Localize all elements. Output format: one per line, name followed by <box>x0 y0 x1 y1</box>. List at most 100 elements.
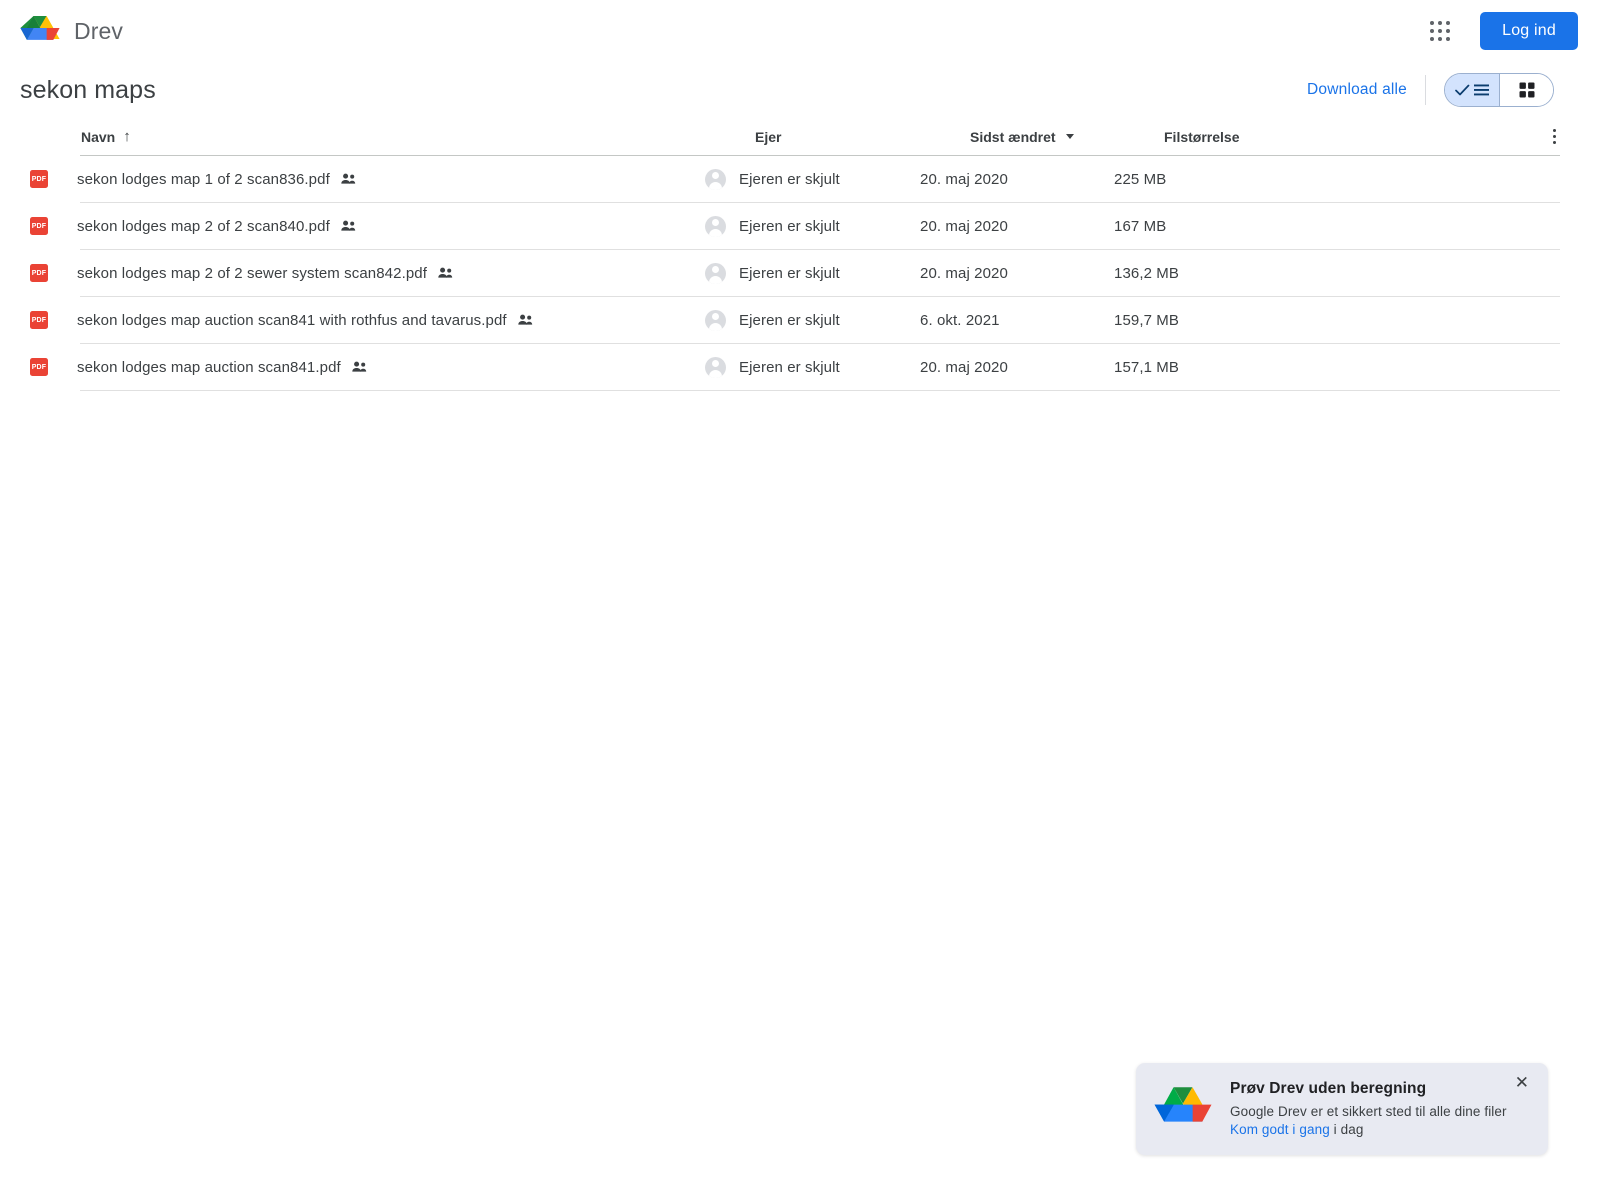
file-name: sekon lodges map 2 of 2 sewer system sca… <box>77 264 427 282</box>
grid-view-button[interactable] <box>1499 74 1553 106</box>
file-size: 136,2 MB <box>1114 264 1180 282</box>
modified-date: 20. maj 2020 <box>920 170 1008 188</box>
modified-cell: 20. maj 2020 <box>920 265 1114 282</box>
list-lines-icon <box>1474 84 1489 96</box>
person-avatar-icon <box>705 356 726 378</box>
file-name-cell: PDF sekon lodges map 2 of 2 sewer system … <box>30 264 705 282</box>
promo-body: Google Drev er et sikkert sted til alle … <box>1230 1103 1512 1139</box>
owner-name: Ejeren er skjult <box>739 311 840 329</box>
table-row[interactable]: PDF sekon lodges map 1 of 2 scan836.pdf Ej… <box>30 156 1560 203</box>
brand-name: Drev <box>74 17 123 44</box>
file-name-cell: PDF sekon lodges map auction scan841.pdf <box>30 358 705 376</box>
person-avatar-icon <box>705 262 726 284</box>
divider <box>1425 75 1426 105</box>
check-icon <box>1455 84 1470 95</box>
file-name: sekon lodges map auction scan841 with ro… <box>77 311 507 329</box>
person-avatar-icon <box>705 215 726 237</box>
modified-cell: 20. maj 2020 <box>920 171 1114 188</box>
shared-people-icon <box>518 314 532 325</box>
file-size: 159,7 MB <box>1114 311 1180 329</box>
table-row[interactable]: PDF sekon lodges map auction scan841 with… <box>30 297 1560 344</box>
file-name-cell: PDF sekon lodges map auction scan841 with… <box>30 311 705 329</box>
top-bar-actions: Log ind <box>1420 11 1578 51</box>
chevron-down-icon <box>1065 134 1074 139</box>
file-size: 157,1 MB <box>1114 358 1180 376</box>
promo-title: Prøv Drev uden beregning <box>1230 1079 1427 1097</box>
shared-people-icon <box>341 220 356 231</box>
brand-logo-group[interactable]: Drev <box>20 12 123 50</box>
download-all-link[interactable]: Download alle <box>1307 81 1407 99</box>
owner-cell: Ejeren er skjult <box>705 168 920 190</box>
file-name: sekon lodges map auction scan841.pdf <box>77 358 341 376</box>
promo-card: Prøv Drev uden beregning Google Drev er … <box>1136 1063 1548 1155</box>
table-row[interactable]: PDF sekon lodges map 2 of 2 sewer system … <box>30 250 1560 297</box>
size-cell: 167 MB <box>1114 218 1560 235</box>
owner-cell: Ejeren er skjult <box>705 309 920 331</box>
modified-cell: 20. maj 2020 <box>920 359 1114 376</box>
modified-date: 20. maj 2020 <box>920 358 1008 376</box>
person-avatar-icon <box>705 168 726 190</box>
file-name: sekon lodges map 2 of 2 scan840.pdf <box>77 217 330 235</box>
owner-cell: Ejeren er skjult <box>705 215 920 237</box>
person-avatar-icon <box>705 309 726 331</box>
pdf-icon: PDF <box>30 217 48 235</box>
column-header-size-label: Filstørrelse <box>1164 128 1240 145</box>
promo-google-drive-logo-icon <box>1154 1087 1212 1122</box>
folder-title-row: sekon maps Download alle <box>0 62 1600 118</box>
column-header-owner[interactable]: Ejer <box>755 129 970 145</box>
owner-name: Ejeren er skjult <box>739 264 840 282</box>
column-header-owner-label: Ejer <box>755 128 782 145</box>
promo-text-group: Prøv Drev uden beregning Google Drev er … <box>1230 1080 1512 1139</box>
file-size: 167 MB <box>1114 217 1167 235</box>
promo-body-line1: Google Drev er et sikkert sted til alle … <box>1230 1103 1507 1119</box>
page-title: sekon maps <box>20 75 156 104</box>
shared-people-icon <box>438 267 453 278</box>
top-bar: Drev Log ind <box>0 0 1600 62</box>
pdf-icon: PDF <box>30 170 48 188</box>
table-row[interactable]: PDF sekon lodges map 2 of 2 scan840.pdf Ej… <box>30 203 1560 250</box>
folder-actions: Download alle <box>1307 73 1554 107</box>
view-toggle <box>1444 73 1554 107</box>
promo-link-suffix: i dag <box>1329 1121 1364 1137</box>
column-header-modified[interactable]: Sidst ændret <box>970 129 1164 145</box>
owner-name: Ejeren er skjult <box>739 170 840 188</box>
file-table: Navn ↑ Ejer Sidst ændret Filstørrelse PD… <box>0 118 1580 391</box>
file-name: sekon lodges map 1 of 2 scan836.pdf <box>77 170 330 188</box>
pdf-icon: PDF <box>30 358 48 376</box>
login-button[interactable]: Log ind <box>1480 12 1578 50</box>
owner-cell: Ejeren er skjult <box>705 356 920 378</box>
table-row[interactable]: PDF sekon lodges map auction scan841.pdf E… <box>30 344 1560 391</box>
owner-name: Ejeren er skjult <box>739 358 840 376</box>
promo-cta-link[interactable]: Kom godt i gang <box>1230 1122 1330 1137</box>
modified-cell: 6. okt. 2021 <box>920 312 1114 329</box>
modified-date: 6. okt. 2021 <box>920 311 1000 329</box>
size-cell: 136,2 MB <box>1114 265 1560 282</box>
column-header-name[interactable]: Navn ↑ <box>80 128 755 145</box>
size-cell: 159,7 MB <box>1114 312 1560 329</box>
shared-people-icon <box>341 173 356 184</box>
modified-date: 20. maj 2020 <box>920 264 1008 282</box>
owner-name: Ejeren er skjult <box>739 217 840 235</box>
owner-cell: Ejeren er skjult <box>705 262 920 284</box>
list-view-button[interactable] <box>1445 74 1499 106</box>
sort-ascending-icon: ↑ <box>123 128 131 145</box>
file-name-cell: PDF sekon lodges map 2 of 2 scan840.pdf <box>30 217 705 235</box>
file-name-cell: PDF sekon lodges map 1 of 2 scan836.pdf <box>30 170 705 188</box>
pdf-icon: PDF <box>30 311 48 329</box>
close-icon[interactable]: ✕ <box>1512 1072 1532 1093</box>
apps-grid-icon[interactable] <box>1420 11 1460 51</box>
column-header-name-label: Navn <box>81 128 116 145</box>
pdf-icon: PDF <box>30 264 48 282</box>
modified-cell: 20. maj 2020 <box>920 218 1114 235</box>
column-header-modified-label: Sidst ændret <box>970 128 1056 145</box>
column-header-size[interactable]: Filstørrelse <box>1164 129 1560 145</box>
more-options-icon[interactable] <box>1549 123 1561 151</box>
table-body: PDF sekon lodges map 1 of 2 scan836.pdf Ej… <box>30 156 1560 391</box>
shared-people-icon <box>352 361 366 372</box>
file-size: 225 MB <box>1114 170 1167 188</box>
google-drive-logo-icon <box>20 16 60 40</box>
size-cell: 225 MB <box>1114 171 1560 188</box>
size-cell: 157,1 MB <box>1114 359 1560 376</box>
table-header-row: Navn ↑ Ejer Sidst ændret Filstørrelse <box>80 118 1560 156</box>
modified-date: 20. maj 2020 <box>920 217 1008 235</box>
